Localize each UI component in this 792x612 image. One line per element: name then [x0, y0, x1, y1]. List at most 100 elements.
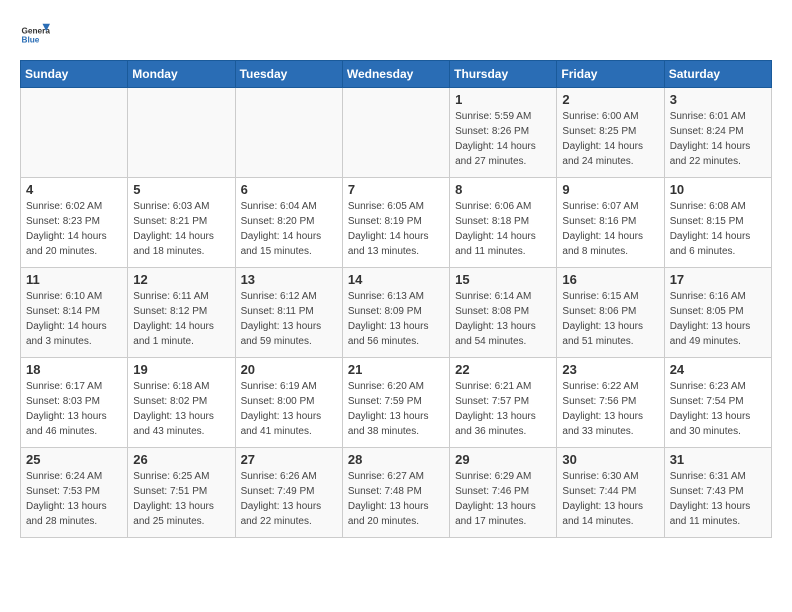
day-number: 19 — [133, 362, 229, 377]
calendar-cell — [21, 88, 128, 178]
calendar-cell: 14 Sunrise: 6:13 AM Sunset: 8:09 PM Dayli… — [342, 268, 449, 358]
calendar-cell — [128, 88, 235, 178]
calendar-cell: 4Sunrise: 6:02 AM Sunset: 8:23 PM Daylig… — [21, 178, 128, 268]
day-info: Sunrise: 6:13 AM Sunset: 8:09 PM Dayligh… — [348, 289, 444, 349]
day-info: Sunrise: 6:16 AM Sunset: 8:05 PM Dayligh… — [670, 289, 766, 349]
day-number: 22 — [455, 362, 551, 377]
logo-icon: General Blue — [20, 20, 50, 50]
day-info: Sunrise: 6:31 AM Sunset: 7:43 PM Dayligh… — [670, 469, 766, 529]
calendar-cell: 6 Sunrise: 6:04 AM Sunset: 8:20 PM Daylig… — [235, 178, 342, 268]
calendar-cell — [235, 88, 342, 178]
calendar-cell: 18 Sunrise: 6:17 AM Sunset: 8:03 PM Dayli… — [21, 358, 128, 448]
day-info: Sunrise: 6:17 AM Sunset: 8:03 PM Dayligh… — [26, 379, 122, 439]
day-info: Sunrise: 6:01 AM Sunset: 8:24 PM Dayligh… — [670, 109, 766, 169]
day-of-week-header: Saturday — [664, 61, 771, 88]
day-info: Sunrise: 6:11 AM Sunset: 8:12 PM Dayligh… — [133, 289, 229, 349]
day-number: 3 — [670, 92, 766, 107]
day-number: 15 — [455, 272, 551, 287]
day-info: Sunrise: 6:19 AM Sunset: 8:00 PM Dayligh… — [241, 379, 337, 439]
calendar-table: SundayMondayTuesdayWednesdayThursdayFrid… — [20, 60, 772, 538]
day-number: 2 — [562, 92, 658, 107]
day-info: Sunrise: 6:27 AM Sunset: 7:48 PM Dayligh… — [348, 469, 444, 529]
day-number: 26 — [133, 452, 229, 467]
calendar-cell: 21 Sunrise: 6:20 AM Sunset: 7:59 PM Dayli… — [342, 358, 449, 448]
day-of-week-header: Wednesday — [342, 61, 449, 88]
calendar-cell: 10Sunrise: 6:08 AM Sunset: 8:15 PM Dayli… — [664, 178, 771, 268]
calendar-cell: 24Sunrise: 6:23 AM Sunset: 7:54 PM Dayli… — [664, 358, 771, 448]
calendar-cell: 15 Sunrise: 6:14 AM Sunset: 8:08 PM Dayli… — [450, 268, 557, 358]
day-number: 5 — [133, 182, 229, 197]
calendar-cell: 12 Sunrise: 6:11 AM Sunset: 8:12 PM Dayli… — [128, 268, 235, 358]
day-number: 9 — [562, 182, 658, 197]
day-info: Sunrise: 6:02 AM Sunset: 8:23 PM Dayligh… — [26, 199, 122, 259]
calendar-cell: 9Sunrise: 6:07 AM Sunset: 8:16 PM Daylig… — [557, 178, 664, 268]
day-number: 21 — [348, 362, 444, 377]
day-info: Sunrise: 6:04 AM Sunset: 8:20 PM Dayligh… — [241, 199, 337, 259]
calendar-week-row: 11 Sunrise: 6:10 AM Sunset: 8:14 PM Dayli… — [21, 268, 772, 358]
day-info: Sunrise: 6:25 AM Sunset: 7:51 PM Dayligh… — [133, 469, 229, 529]
day-info: Sunrise: 6:10 AM Sunset: 8:14 PM Dayligh… — [26, 289, 122, 349]
day-number: 31 — [670, 452, 766, 467]
day-info: Sunrise: 6:03 AM Sunset: 8:21 PM Dayligh… — [133, 199, 229, 259]
calendar-cell: 2 Sunrise: 6:00 AM Sunset: 8:25 PM Daylig… — [557, 88, 664, 178]
day-number: 16 — [562, 272, 658, 287]
day-info: Sunrise: 6:08 AM Sunset: 8:15 PM Dayligh… — [670, 199, 766, 259]
calendar-cell: 16 Sunrise: 6:15 AM Sunset: 8:06 PM Dayli… — [557, 268, 664, 358]
day-info: Sunrise: 6:21 AM Sunset: 7:57 PM Dayligh… — [455, 379, 551, 439]
calendar-cell: 17 Sunrise: 6:16 AM Sunset: 8:05 PM Dayli… — [664, 268, 771, 358]
calendar-cell: 5 Sunrise: 6:03 AM Sunset: 8:21 PM Daylig… — [128, 178, 235, 268]
logo: General Blue — [20, 20, 50, 50]
day-info: Sunrise: 6:06 AM Sunset: 8:18 PM Dayligh… — [455, 199, 551, 259]
day-info: Sunrise: 6:20 AM Sunset: 7:59 PM Dayligh… — [348, 379, 444, 439]
calendar-cell: 25 Sunrise: 6:24 AM Sunset: 7:53 PM Dayli… — [21, 448, 128, 538]
calendar-cell — [342, 88, 449, 178]
day-of-week-header: Friday — [557, 61, 664, 88]
calendar-cell: 29 Sunrise: 6:29 AM Sunset: 7:46 PM Dayli… — [450, 448, 557, 538]
day-number: 13 — [241, 272, 337, 287]
calendar-cell: 19 Sunrise: 6:18 AM Sunset: 8:02 PM Dayli… — [128, 358, 235, 448]
day-info: Sunrise: 6:18 AM Sunset: 8:02 PM Dayligh… — [133, 379, 229, 439]
day-info: Sunrise: 6:29 AM Sunset: 7:46 PM Dayligh… — [455, 469, 551, 529]
calendar-cell: 13 Sunrise: 6:12 AM Sunset: 8:11 PM Dayli… — [235, 268, 342, 358]
day-info: Sunrise: 6:22 AM Sunset: 7:56 PM Dayligh… — [562, 379, 658, 439]
calendar-cell: 8Sunrise: 6:06 AM Sunset: 8:18 PM Daylig… — [450, 178, 557, 268]
day-of-week-header: Sunday — [21, 61, 128, 88]
day-info: Sunrise: 6:12 AM Sunset: 8:11 PM Dayligh… — [241, 289, 337, 349]
calendar-week-row: 1 Sunrise: 5:59 AM Sunset: 8:26 PM Daylig… — [21, 88, 772, 178]
day-info: Sunrise: 6:00 AM Sunset: 8:25 PM Dayligh… — [562, 109, 658, 169]
day-number: 6 — [241, 182, 337, 197]
day-number: 14 — [348, 272, 444, 287]
svg-text:Blue: Blue — [22, 36, 40, 45]
day-number: 29 — [455, 452, 551, 467]
day-number: 12 — [133, 272, 229, 287]
day-info: Sunrise: 6:23 AM Sunset: 7:54 PM Dayligh… — [670, 379, 766, 439]
day-number: 23 — [562, 362, 658, 377]
day-info: Sunrise: 5:59 AM Sunset: 8:26 PM Dayligh… — [455, 109, 551, 169]
day-number: 1 — [455, 92, 551, 107]
calendar-cell: 11 Sunrise: 6:10 AM Sunset: 8:14 PM Dayli… — [21, 268, 128, 358]
day-info: Sunrise: 6:24 AM Sunset: 7:53 PM Dayligh… — [26, 469, 122, 529]
header: General Blue — [20, 20, 772, 50]
calendar-cell: 26 Sunrise: 6:25 AM Sunset: 7:51 PM Dayli… — [128, 448, 235, 538]
calendar-cell: 7Sunrise: 6:05 AM Sunset: 8:19 PM Daylig… — [342, 178, 449, 268]
calendar-cell: 28 Sunrise: 6:27 AM Sunset: 7:48 PM Dayli… — [342, 448, 449, 538]
day-number: 7 — [348, 182, 444, 197]
day-info: Sunrise: 6:30 AM Sunset: 7:44 PM Dayligh… — [562, 469, 658, 529]
calendar-week-row: 18 Sunrise: 6:17 AM Sunset: 8:03 PM Dayli… — [21, 358, 772, 448]
calendar-week-row: 25 Sunrise: 6:24 AM Sunset: 7:53 PM Dayli… — [21, 448, 772, 538]
day-of-week-header: Monday — [128, 61, 235, 88]
day-number: 17 — [670, 272, 766, 287]
day-number: 25 — [26, 452, 122, 467]
calendar-week-row: 4Sunrise: 6:02 AM Sunset: 8:23 PM Daylig… — [21, 178, 772, 268]
day-number: 11 — [26, 272, 122, 287]
calendar-cell: 22 Sunrise: 6:21 AM Sunset: 7:57 PM Dayli… — [450, 358, 557, 448]
calendar-cell: 20Sunrise: 6:19 AM Sunset: 8:00 PM Dayli… — [235, 358, 342, 448]
day-number: 18 — [26, 362, 122, 377]
calendar-cell: 30 Sunrise: 6:30 AM Sunset: 7:44 PM Dayli… — [557, 448, 664, 538]
day-number: 28 — [348, 452, 444, 467]
day-number: 30 — [562, 452, 658, 467]
day-of-week-header: Tuesday — [235, 61, 342, 88]
day-info: Sunrise: 6:26 AM Sunset: 7:49 PM Dayligh… — [241, 469, 337, 529]
day-info: Sunrise: 6:15 AM Sunset: 8:06 PM Dayligh… — [562, 289, 658, 349]
day-info: Sunrise: 6:14 AM Sunset: 8:08 PM Dayligh… — [455, 289, 551, 349]
